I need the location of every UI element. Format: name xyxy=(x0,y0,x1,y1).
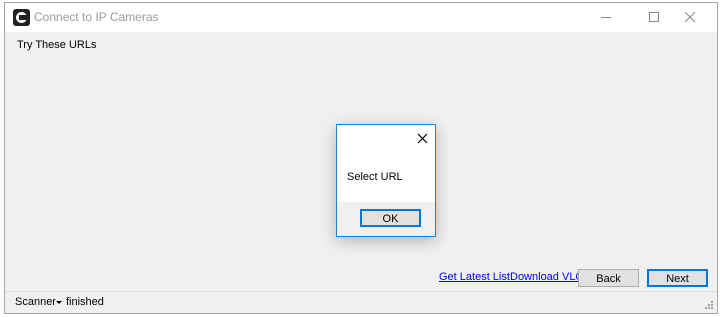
status-bar: Scanner finished xyxy=(5,291,717,313)
dropdown-caret-icon[interactable] xyxy=(56,301,62,304)
close-button[interactable] xyxy=(674,3,707,32)
back-button[interactable]: Back xyxy=(578,269,639,287)
minimize-icon xyxy=(601,17,611,18)
download-vlc-link[interactable]: Download VLC xyxy=(510,271,583,283)
dialog-footer: OK xyxy=(337,202,435,236)
dialog-close-icon[interactable] xyxy=(415,131,431,147)
message-dialog: Select URL OK xyxy=(336,124,436,237)
urls-heading: Try These URLs xyxy=(17,39,97,51)
window-title: Connect to IP Cameras xyxy=(34,10,159,24)
close-icon xyxy=(685,12,696,23)
app-camera-icon xyxy=(13,9,30,26)
maximize-button[interactable] xyxy=(638,3,671,32)
maximize-icon xyxy=(649,12,659,22)
dialog-message: Select URL xyxy=(347,171,403,183)
title-bar[interactable]: Connect to IP Cameras xyxy=(5,3,717,32)
scanner-dropdown[interactable]: Scanner xyxy=(15,296,56,308)
get-latest-list-link[interactable]: Get Latest List xyxy=(439,271,510,283)
status-text: finished xyxy=(66,296,104,308)
ok-button[interactable]: OK xyxy=(360,209,421,227)
next-button[interactable]: Next xyxy=(647,269,708,287)
minimize-button[interactable] xyxy=(590,3,623,32)
resize-grip-icon[interactable] xyxy=(704,300,714,310)
